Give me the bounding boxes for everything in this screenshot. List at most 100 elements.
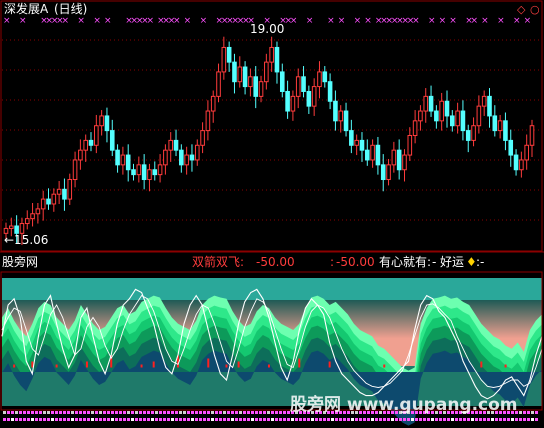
- bottom-marker: [31, 411, 34, 414]
- candle-body: [115, 149, 120, 166]
- bottom-marker: [211, 418, 214, 421]
- marker-x: ×: [338, 16, 346, 26]
- bottom-marker: [147, 411, 150, 414]
- bottom-marker: [103, 411, 106, 414]
- candle-body: [354, 139, 359, 146]
- candle-body: [248, 76, 253, 88]
- bottom-marker: [279, 411, 282, 414]
- candle-body: [40, 198, 46, 210]
- candle-body: [380, 164, 386, 181]
- bottom-marker: [155, 411, 158, 414]
- chart-canvas[interactable]: × × ××××× × × × ××××× ×××× × × ××××××× × ××× × × × × × ×××…: [0, 0, 544, 428]
- red-bar: [267, 364, 270, 368]
- marker-x: ×: [428, 16, 436, 26]
- candle-body: [508, 139, 514, 156]
- bottom-marker: [167, 418, 170, 421]
- bottom-marker: [531, 418, 534, 421]
- bottom-marker: [411, 418, 414, 421]
- bottom-marker: [359, 418, 362, 421]
- diamond-outline-icon[interactable]: ◇: [517, 3, 526, 16]
- candle-body: [78, 149, 83, 161]
- bottom-marker: [135, 411, 138, 414]
- candle-body: [487, 95, 492, 117]
- marker-x: ×: [439, 16, 447, 26]
- bottom-marker: [15, 411, 18, 414]
- bottom-marker: [371, 418, 374, 421]
- bottom-marker: [91, 418, 94, 421]
- bottom-marker: [79, 411, 82, 414]
- bottom-marker: [163, 411, 166, 414]
- candle-body: [428, 95, 434, 112]
- bottom-marker: [215, 418, 218, 421]
- bottom-marker: [523, 418, 526, 421]
- bottom-marker: [263, 411, 266, 414]
- marker-x: ×: [471, 16, 479, 26]
- bottom-marker: [171, 418, 174, 421]
- bottom-marker: [127, 418, 130, 421]
- red-bar: [298, 358, 301, 368]
- marker-x: ×: [306, 16, 314, 26]
- marker-x: ×: [354, 16, 362, 26]
- bottom-marker: [175, 418, 178, 421]
- candle-body: [221, 46, 227, 73]
- bottom-marker: [63, 418, 66, 421]
- marker-x: ×: [104, 16, 112, 26]
- candle-body: [279, 71, 285, 92]
- bottom-marker: [219, 411, 222, 414]
- candle-body: [465, 130, 471, 141]
- bottom-marker: [175, 411, 178, 414]
- candle-body: [136, 164, 142, 176]
- circle-outline-icon[interactable]: ○: [530, 3, 540, 16]
- candle-body: [370, 144, 375, 161]
- bottom-marker: [3, 418, 6, 421]
- bottom-marker: [415, 418, 418, 421]
- candle-body: [163, 149, 168, 166]
- bottom-marker: [143, 418, 146, 421]
- bottom-marker: [143, 411, 146, 414]
- indicator-field3-label: 有心就有:: [379, 255, 431, 269]
- bottom-marker: [11, 418, 14, 421]
- candle-body: [264, 61, 269, 83]
- bottom-marker: [211, 411, 214, 414]
- bottom-marker: [47, 418, 50, 421]
- bottom-marker: [99, 411, 102, 414]
- candle-body: [375, 144, 381, 166]
- candle-body: [226, 46, 232, 63]
- bottom-marker: [203, 411, 206, 414]
- bottom-marker: [247, 418, 250, 421]
- candle-body: [237, 66, 243, 83]
- bottom-marker: [15, 418, 18, 421]
- candle-body: [412, 120, 418, 137]
- bottom-marker: [171, 411, 174, 414]
- bottom-marker: [91, 411, 94, 414]
- marker-x: ×: [146, 16, 154, 26]
- bottom-marker: [27, 418, 30, 421]
- bottom-marker: [535, 411, 538, 414]
- bottom-marker: [395, 418, 398, 421]
- bottom-marker: [403, 418, 406, 421]
- bottom-marker: [191, 418, 194, 421]
- red-bar: [225, 364, 228, 368]
- bottom-marker: [343, 418, 346, 421]
- bottom-marker: [187, 418, 190, 421]
- bottom-marker: [311, 418, 314, 421]
- bottom-marker: [527, 418, 530, 421]
- bottom-marker: [183, 411, 186, 414]
- candle-body: [301, 76, 306, 92]
- bottom-marker: [387, 418, 390, 421]
- bottom-marker: [59, 418, 62, 421]
- bottom-marker: [275, 418, 278, 421]
- bottom-marker: [219, 418, 222, 421]
- bottom-marker: [347, 418, 350, 421]
- bottom-marker: [167, 411, 170, 414]
- red-bar: [383, 364, 386, 368]
- bottom-marker: [7, 411, 10, 414]
- bottom-marker: [71, 411, 74, 414]
- bottom-marker: [419, 418, 422, 421]
- bottom-marker: [99, 418, 102, 421]
- bottom-marker: [315, 418, 318, 421]
- bottom-marker: [51, 418, 54, 421]
- candle-body: [402, 154, 407, 171]
- candle-body: [327, 81, 333, 102]
- bottom-marker: [335, 418, 338, 421]
